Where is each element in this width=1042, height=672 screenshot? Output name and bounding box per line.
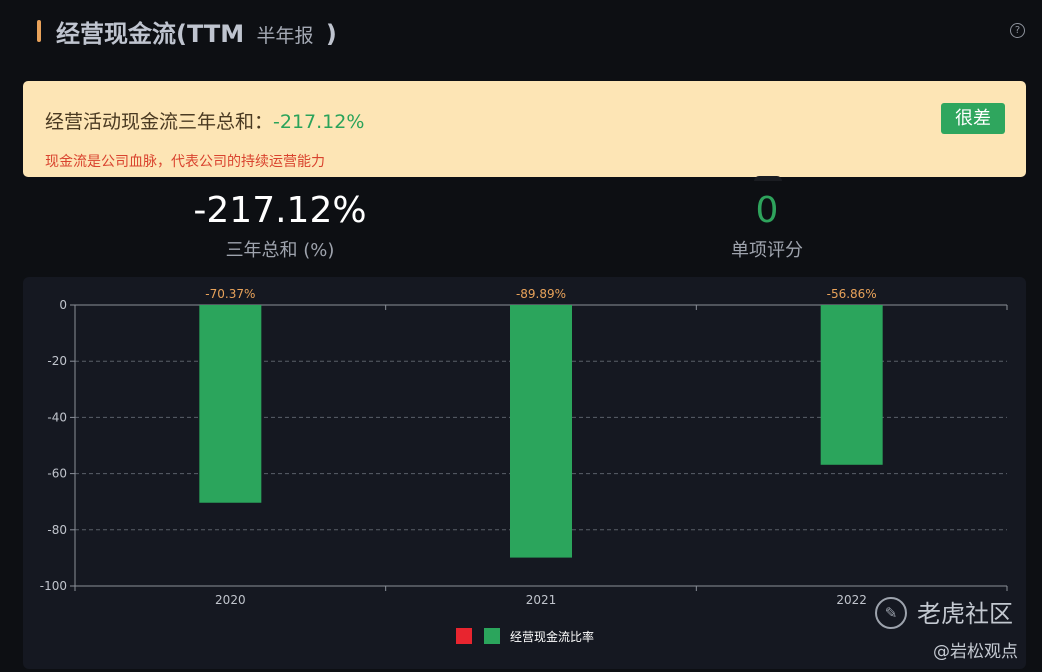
y-tick-label: -20 <box>47 354 67 368</box>
bar <box>510 305 572 558</box>
question-circle-icon[interactable]: ? <box>1010 23 1025 38</box>
rating-badge[interactable]: 很差 <box>941 103 1005 134</box>
score-stat: 0 单项评分 <box>682 190 852 262</box>
score-label: 单项评分 <box>731 240 803 261</box>
data-label: -89.89% <box>516 287 566 301</box>
score-value: 0 <box>755 190 779 231</box>
banner-summary: 经营活动现金流三年总和：-217.12% <box>45 107 364 134</box>
bar <box>820 305 883 465</box>
watermark-community: 老虎社区 <box>917 600 1013 628</box>
total-label: 三年总和 (%) <box>225 240 335 261</box>
title-accent-bar <box>37 20 41 42</box>
legend-swatch <box>484 628 500 644</box>
y-tick-label: -100 <box>40 579 67 593</box>
total-value: -217.12% <box>193 190 367 231</box>
bar <box>199 305 262 503</box>
y-tick-label: -60 <box>47 467 67 481</box>
total-stat: -217.12% 三年总和 (%) <box>180 190 380 262</box>
banner-label: 经营活动现金流三年总和： <box>45 111 274 133</box>
y-tick-label: -40 <box>47 410 67 424</box>
header: 经营现金流(TTM 半年报 ) ? <box>0 0 1042 62</box>
title-suffix: ) <box>325 20 337 48</box>
page-title: 经营现金流(TTM 半年报 ) <box>56 14 337 49</box>
tiger-logo-icon: ✎ <box>875 597 907 629</box>
banner-value: -217.12% <box>273 111 365 133</box>
x-tick-label: 2020 <box>215 593 246 607</box>
x-tick-label: 2022 <box>836 593 867 607</box>
title-period: 半年报 <box>256 25 314 47</box>
y-tick-label: 0 <box>59 298 67 312</box>
legend-swatch <box>456 628 472 644</box>
y-tick-label: -80 <box>47 523 67 537</box>
title-main: 经营现金流(TTM <box>56 20 245 48</box>
data-label: -56.86% <box>827 287 877 301</box>
watermark-handle: @岩松观点 <box>933 642 1018 662</box>
x-tick-label: 2021 <box>526 593 557 607</box>
banner-note: 现金流是公司血脉，代表公司的持续运营能力 <box>45 154 325 170</box>
summary-banner: 经营活动现金流三年总和：-217.12% 现金流是公司血脉，代表公司的持续运营能… <box>23 81 1026 177</box>
slider-knob <box>754 176 782 181</box>
legend-label: 经营现金流比率 <box>510 629 594 644</box>
data-label: -70.37% <box>205 287 255 301</box>
